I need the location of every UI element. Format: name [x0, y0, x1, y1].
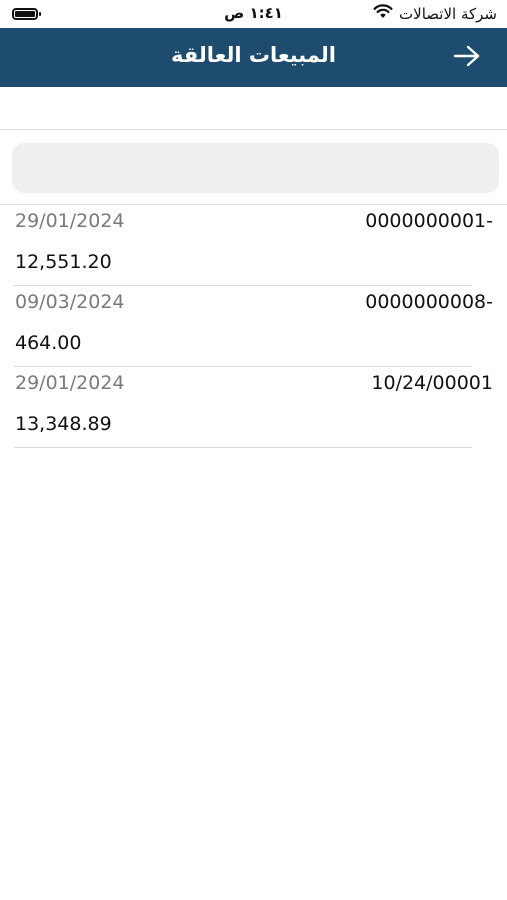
item-amount: 464.00 [15, 332, 82, 354]
arrow-right-icon [452, 44, 482, 72]
divider [0, 129, 507, 130]
list-item[interactable]: 09/03/2024 0000000008- 464.00 [0, 286, 507, 367]
carrier-label: شركة الاتصالات [399, 4, 497, 23]
list-item[interactable]: 29/01/2024 0000000001- 12,551.20 [0, 205, 507, 286]
wifi-icon [373, 4, 393, 23]
sales-list: 29/01/2024 0000000001- 12,551.20 09/03/2… [0, 205, 507, 448]
item-amount: 12,551.20 [15, 251, 112, 273]
status-bar: ١:٤١ ص شركة الاتصالات [0, 0, 507, 28]
search-input[interactable] [12, 143, 499, 193]
back-button[interactable] [451, 42, 483, 74]
row-divider [14, 447, 472, 448]
item-number: 10/24/00001 [371, 372, 493, 394]
item-number: 0000000008- [365, 291, 493, 313]
navigation-bar: المبيعات العالقة [0, 28, 507, 87]
item-number: 0000000001- [365, 210, 493, 232]
item-date: 09/03/2024 [15, 291, 125, 313]
list-item[interactable]: 29/01/2024 10/24/00001 13,348.89 [0, 367, 507, 448]
item-date: 29/01/2024 [15, 210, 125, 232]
item-amount: 13,348.89 [15, 413, 112, 435]
status-carrier: شركة الاتصالات [373, 4, 497, 23]
item-date: 29/01/2024 [15, 372, 125, 394]
page-title: المبيعات العالقة [170, 43, 337, 67]
